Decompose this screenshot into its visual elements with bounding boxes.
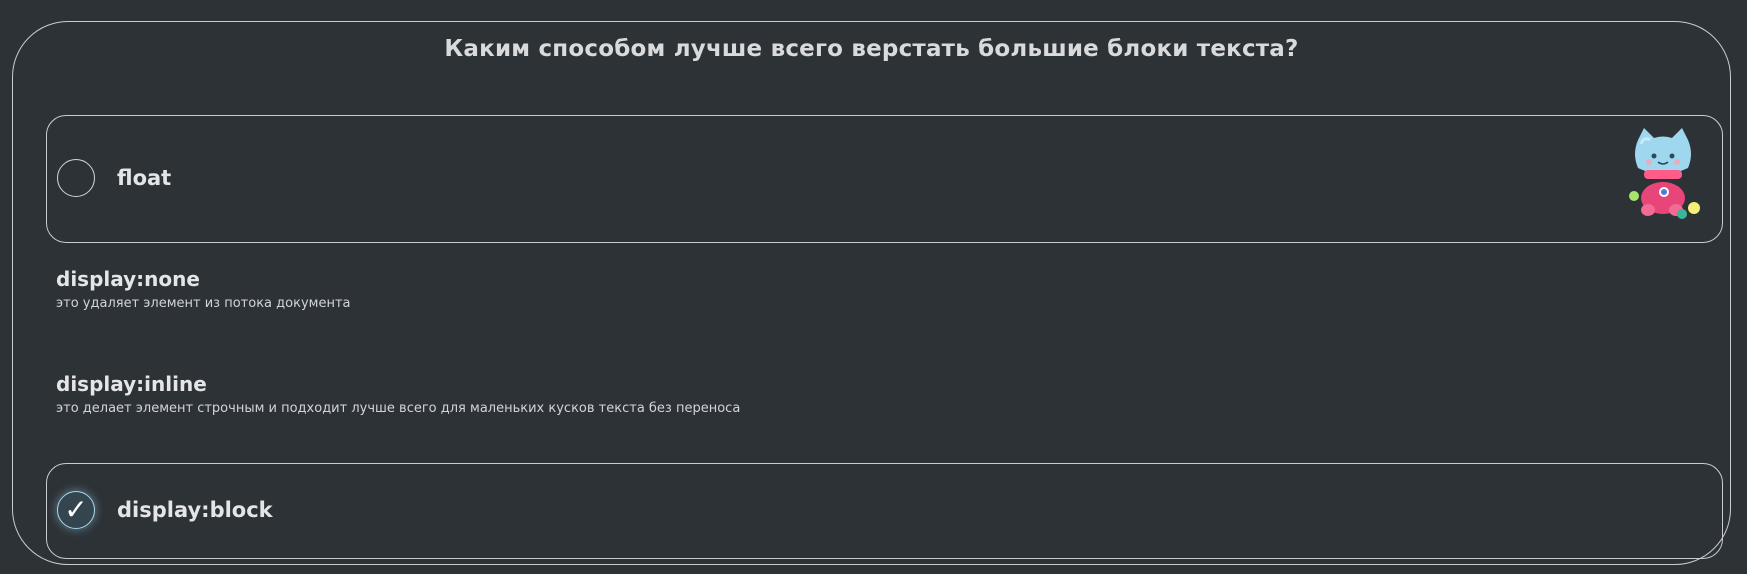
option-display-inline[interactable]: display:inline это делает элемент строчн… xyxy=(56,372,1656,418)
option-explanation: это удаляет элемент из потока документа xyxy=(56,296,351,311)
option-label: display:none xyxy=(56,267,200,291)
option-label: float xyxy=(117,166,172,190)
cat-mascot-icon xyxy=(1629,128,1700,219)
option-display-block[interactable]: ✓ display:block xyxy=(46,463,1723,559)
radio-button[interactable] xyxy=(57,159,95,197)
option-display-none[interactable]: display:none это удаляет элемент из пото… xyxy=(56,267,1656,313)
option-explanation: это делает элемент строчным и подходит л… xyxy=(56,401,741,416)
option-label: display:block xyxy=(117,498,273,522)
question-title: Каким способом лучше всего верстать боль… xyxy=(444,36,1299,62)
option-float[interactable]: float xyxy=(46,115,1723,243)
checkmark-icon: ✓ xyxy=(64,493,88,526)
radio-button-checked[interactable]: ✓ xyxy=(57,491,95,529)
quiz-card: Каким способом лучше всего верстать боль… xyxy=(12,21,1731,565)
option-label: display:inline xyxy=(56,372,207,396)
